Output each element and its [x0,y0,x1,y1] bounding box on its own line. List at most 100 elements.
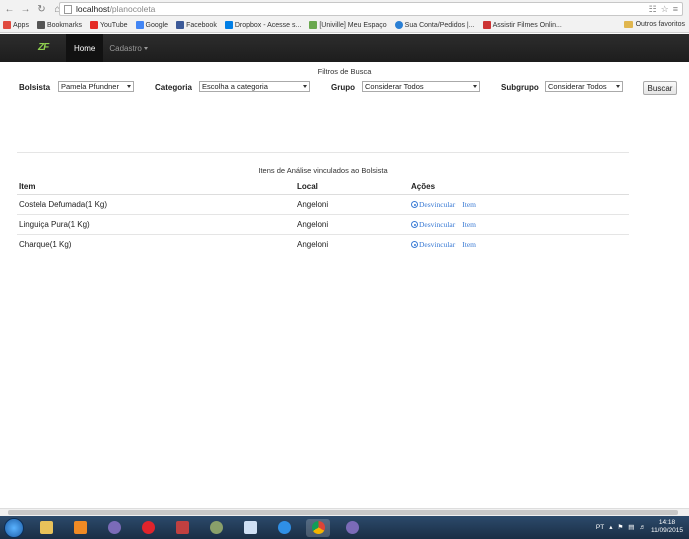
grupo-select[interactable]: Considerar Todos [362,81,480,92]
menu-icon[interactable]: ≡ [673,4,678,15]
items-title: Itens de Análise vinculados ao Bolsista [258,166,388,175]
row-actions: Desvincular Item [411,200,476,209]
language-indicator[interactable]: PT [596,524,604,531]
folder-icon [623,21,633,28]
item-link[interactable]: Item [462,220,476,229]
app-icon [345,521,359,534]
facebook-icon [176,21,185,29]
youtube-icon [89,21,98,29]
categoria-label: Categoria [155,83,192,92]
start-button[interactable] [4,517,24,538]
bookmark-filmes[interactable]: Assistir Filmes Onlin... [482,21,562,29]
forward-icon[interactable]: → [19,3,32,16]
app-taskbar-button-2[interactable] [340,519,364,537]
bookmark-conta[interactable]: Sua Conta/Pedidos |... [394,21,475,29]
system-tray: PT ▴ ⚑ ▤ ♬ 14:18 11/09/2015 [596,519,683,535]
film-icon [482,21,491,29]
chevron-down-icon [616,85,620,88]
bookmark-youtube[interactable]: YouTube [89,21,128,29]
turtle-icon [209,521,223,534]
divider [17,152,629,153]
row-actions: Desvincular Item [411,220,476,229]
grupo-label: Grupo [331,83,355,92]
taskbar: PT ▴ ⚑ ▤ ♬ 14:18 11/09/2015 [0,516,689,539]
bolsista-label: Bolsista [19,83,51,92]
horizontal-scrollbar[interactable] [0,508,689,516]
scrollbar-thumb[interactable] [8,510,678,515]
categoria-select[interactable]: Escolha a categoria [199,81,310,92]
filters-row: Bolsista Pamela Pfundner Categoria Escol… [0,80,689,96]
bookmark-dropbox[interactable]: Dropbox - Acesse s... [224,21,301,29]
desvincular-link[interactable]: Desvincular [419,240,455,249]
remove-circle-icon[interactable] [411,201,418,208]
table-row: Costela Defumada(1 Kg) Angeloni Desvincu… [17,195,629,215]
apps-icon [3,21,11,29]
flag-app-taskbar-button[interactable] [170,519,194,537]
nav-cadastro[interactable]: Cadastro [109,44,148,53]
item-local: Angeloni [297,200,329,209]
chevron-down-icon [127,85,131,88]
column-header-local: Local [297,182,318,191]
volume-icon[interactable]: ♬ [639,524,646,531]
back-icon[interactable]: ← [3,3,16,16]
item-link[interactable]: Item [462,240,476,249]
explorer-taskbar-button[interactable] [34,519,58,537]
item-link[interactable]: Item [462,200,476,209]
item-local: Angeloni [297,220,329,229]
app-navbar: ZF Home Cadastro [0,34,689,62]
remove-circle-icon[interactable] [411,241,418,248]
media-player-icon [73,521,87,534]
item-name: Charque(1 Kg) [19,240,72,249]
other-bookmarks[interactable]: Outros favoritos [623,21,685,28]
univille-icon [309,21,318,29]
translate-icon[interactable]: ☷ [649,4,657,15]
bookmark-bookmarks[interactable]: Bookmarks [36,21,82,29]
url-host: localhost [76,4,110,14]
media-player-taskbar-button[interactable] [68,519,92,537]
star-icon[interactable]: ☆ [661,4,669,15]
star-icon [36,21,45,29]
search-button[interactable]: Buscar [643,81,677,95]
url-path: /planocoleta [109,4,156,14]
item-name: Linguiça Pura(1 Kg) [19,220,90,229]
address-bar[interactable]: localhost/planocoleta ☷ ☆ ≡ [59,2,683,16]
nav-home[interactable]: Home [66,34,104,62]
opera-taskbar-button[interactable] [136,519,160,537]
document-taskbar-button[interactable] [238,519,262,537]
table-row: Charque(1 Kg) Angeloni Desvincular Item [17,235,629,255]
browser-toolbar: ← → ↻ ⌂ localhost/planocoleta ☷ ☆ ≡ [0,0,689,18]
desvincular-link[interactable]: Desvincular [419,200,455,209]
row-actions: Desvincular Item [411,240,476,249]
reload-icon[interactable]: ↻ [35,3,48,16]
bookmark-google[interactable]: Google [135,21,168,29]
clock[interactable]: 14:18 11/09/2015 [651,519,683,535]
app-taskbar-button-1[interactable] [102,519,126,537]
brand-logo[interactable]: ZF [38,42,58,54]
subgrupo-select[interactable]: Considerar Todos [545,81,623,92]
flag-icon[interactable]: ⚑ [617,523,623,531]
tray-arrow-icon[interactable]: ▴ [609,523,612,531]
column-header-acoes: Ações [411,182,436,191]
document-icon [243,521,257,534]
folder-icon [39,521,53,534]
turtle-app-taskbar-button[interactable] [204,519,228,537]
table-header: Item Local Ações [17,177,629,195]
dropbox-icon [224,21,233,29]
subgrupo-label: Subgrupo [501,83,539,92]
bolsista-select[interactable]: Pamela Pfundner [58,81,134,92]
account-icon [394,21,403,29]
bookmarks-bar: Apps Bookmarks YouTube Google Facebook D… [0,18,689,33]
remove-circle-icon[interactable] [411,221,418,228]
network-icon[interactable]: ▤ [628,523,634,531]
bookmark-univille[interactable]: [Univille] Meu Espaço [309,21,387,29]
bookmark-apps[interactable]: Apps [3,21,29,29]
item-name: Costela Defumada(1 Kg) [19,200,108,209]
items-table: Item Local Ações Costela Defumada(1 Kg) … [17,177,629,255]
ie-taskbar-button[interactable] [272,519,296,537]
item-local: Angeloni [297,240,329,249]
chrome-taskbar-button[interactable] [306,518,330,537]
desvincular-link[interactable]: Desvincular [419,220,455,229]
caret-down-icon [143,46,148,50]
bookmark-facebook[interactable]: Facebook [176,21,217,29]
chevron-down-icon [303,85,307,88]
